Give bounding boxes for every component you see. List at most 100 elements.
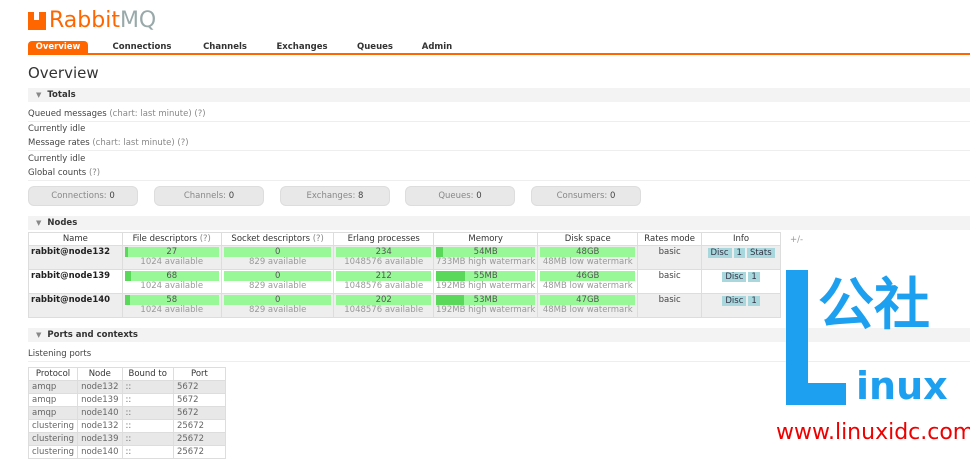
- erlang-processes-value: 202: [375, 295, 392, 305]
- section-title: Nodes: [47, 218, 78, 228]
- nodes-table: Name File descriptors (?) Socket descrip…: [28, 232, 781, 318]
- memory-sub: 192MB high watermark: [436, 305, 536, 315]
- consumers-count-button[interactable]: Consumers: 0: [531, 186, 641, 206]
- memory-value: 53MB: [473, 295, 498, 305]
- info-tag: Disc: [722, 272, 747, 282]
- port-row: amqp node132:: 5672: [27, 380, 226, 394]
- node-row: rabbit@node132 27 1024 available 0 829 avail…: [28, 245, 781, 270]
- info-cell: Disc 1 Stats: [701, 245, 781, 270]
- port-cell: clustering: [27, 419, 79, 433]
- memory-value: 54MB: [473, 247, 498, 257]
- rates-mode: basic: [637, 245, 703, 270]
- tab-exchanges[interactable]: Exchanges: [254, 41, 350, 53]
- rates-mode: basic: [637, 293, 703, 318]
- help-link[interactable]: (?): [177, 138, 188, 148]
- col-name: Name: [28, 232, 123, 246]
- watermark-cn-text: 公社: [818, 273, 930, 338]
- info-cell: Disc 1: [701, 293, 781, 318]
- col-rates-mode: Rates mode: [637, 232, 703, 246]
- disk-space-sub: 48MB low watermark: [542, 281, 633, 291]
- node-row: rabbit@node139 68 1024 available 0 829 avail…: [28, 269, 781, 294]
- section-title: Totals: [47, 90, 76, 100]
- info-tag: Disc: [707, 248, 732, 258]
- connections-count-button[interactable]: Connections: 0: [28, 186, 138, 206]
- port-cell: amqp: [27, 380, 79, 394]
- help-link[interactable]: (?): [200, 234, 211, 244]
- info-tag: 1: [748, 272, 760, 282]
- tab-queues[interactable]: Queues: [350, 41, 400, 53]
- port-row: clustering node132:: 25672: [27, 419, 226, 433]
- queues-count-button[interactable]: Queues: 0: [405, 186, 515, 206]
- collapse-triangle-icon: ▼: [36, 331, 42, 339]
- count-label: Queues:: [438, 191, 474, 201]
- disk-space-cell: 47GB 48MB low watermark: [537, 293, 639, 318]
- section-title: Ports and contexts: [47, 330, 138, 340]
- file-descriptors-cell: 68 1024 available: [121, 269, 222, 294]
- port-cell: 5672: [172, 380, 226, 394]
- col-node: Node: [77, 367, 123, 381]
- erlang-processes-sub: 1048576 available: [344, 257, 424, 267]
- port-cell: 5672: [172, 393, 226, 407]
- file-descriptors-sub: 1024 available: [140, 257, 204, 267]
- help-link[interactable]: (?): [89, 168, 100, 178]
- count-value: 0: [476, 191, 482, 201]
- exchanges-count-button[interactable]: Exchanges: 8: [280, 186, 390, 206]
- rates-mode: basic: [637, 269, 703, 294]
- file-descriptors-sub: 1024 available: [140, 305, 204, 315]
- port-cell: 25672: [172, 445, 226, 459]
- tab-overview[interactable]: Overview: [28, 41, 88, 53]
- socket-descriptors-bar: 0: [223, 247, 332, 257]
- tab-admin[interactable]: Admin: [400, 41, 474, 53]
- collapse-triangle-icon: ▼: [36, 91, 42, 99]
- node-name-link[interactable]: rabbit@node139: [28, 269, 123, 294]
- main-nav: Overview Connections Channels Exchanges …: [28, 41, 970, 55]
- column-toggle-button[interactable]: +/-: [790, 235, 803, 245]
- message-rates-label: Message rates (chart: last minute) (?): [28, 137, 970, 151]
- count-value: 0: [609, 191, 616, 201]
- tab-channels[interactable]: Channels: [196, 41, 254, 53]
- header-label: Socket descriptors: [231, 234, 311, 244]
- port-cell: node140: [77, 445, 123, 459]
- node-name-link[interactable]: rabbit@node140: [28, 293, 123, 318]
- col-bound-to: Bound to: [121, 367, 174, 381]
- header-label: File descriptors: [132, 234, 198, 244]
- help-link[interactable]: (?): [313, 234, 324, 244]
- disk-space-value: 48GB: [576, 247, 600, 257]
- label: Global counts: [28, 168, 87, 178]
- erlang-processes-cell: 202 1048576 available: [333, 293, 435, 318]
- chart-range-link[interactable]: (chart: last minute): [109, 109, 191, 119]
- port-cell: node139: [77, 393, 123, 407]
- node-row: rabbit@node140 58 1024 available 0 829 avail…: [28, 293, 781, 318]
- rabbitmq-logo[interactable]: Rabbit MQ: [28, 8, 156, 33]
- file-descriptors-bar: 27: [124, 247, 219, 257]
- count-value: 0: [228, 191, 235, 201]
- memory-bar: 55MB: [436, 271, 536, 281]
- erlang-processes-value: 234: [375, 247, 392, 257]
- file-descriptors-cell: 58 1024 available: [121, 293, 222, 318]
- channels-count-button[interactable]: Channels: 0: [154, 186, 264, 206]
- col-file-descriptors: File descriptors (?): [121, 232, 222, 246]
- count-label: Consumers:: [556, 191, 608, 201]
- erlang-processes-value: 212: [375, 271, 392, 281]
- socket-descriptors-cell: 0 829 available: [220, 269, 335, 294]
- memory-value: 55MB: [473, 271, 498, 281]
- linuxidc-watermark: 公社 inux www.linuxidc.com: [776, 270, 970, 462]
- help-link[interactable]: (?): [194, 109, 205, 119]
- port-cell: node140: [77, 406, 123, 420]
- logo-text-mq: MQ: [119, 8, 157, 33]
- node-name-link[interactable]: rabbit@node132: [28, 245, 123, 270]
- col-memory: Memory: [433, 232, 539, 246]
- tab-connections[interactable]: Connections: [88, 41, 196, 53]
- totals-section-toggle[interactable]: ▼ Totals: [28, 88, 970, 102]
- file-descriptors-bar: 68: [124, 271, 219, 281]
- info-tag: 1: [733, 248, 745, 258]
- port-cell: clustering: [27, 445, 79, 459]
- info-cell: Disc 1: [701, 269, 781, 294]
- nodes-section-toggle[interactable]: ▼ Nodes: [28, 216, 970, 230]
- port-row: clustering node140:: 25672: [27, 445, 226, 459]
- socket-descriptors-sub: 829 available: [249, 281, 307, 291]
- disk-space-value: 46GB: [576, 271, 600, 281]
- socket-descriptors-sub: 829 available: [249, 257, 307, 267]
- chart-range-link[interactable]: (chart: last minute): [92, 138, 174, 148]
- port-cell: ::: [121, 432, 174, 446]
